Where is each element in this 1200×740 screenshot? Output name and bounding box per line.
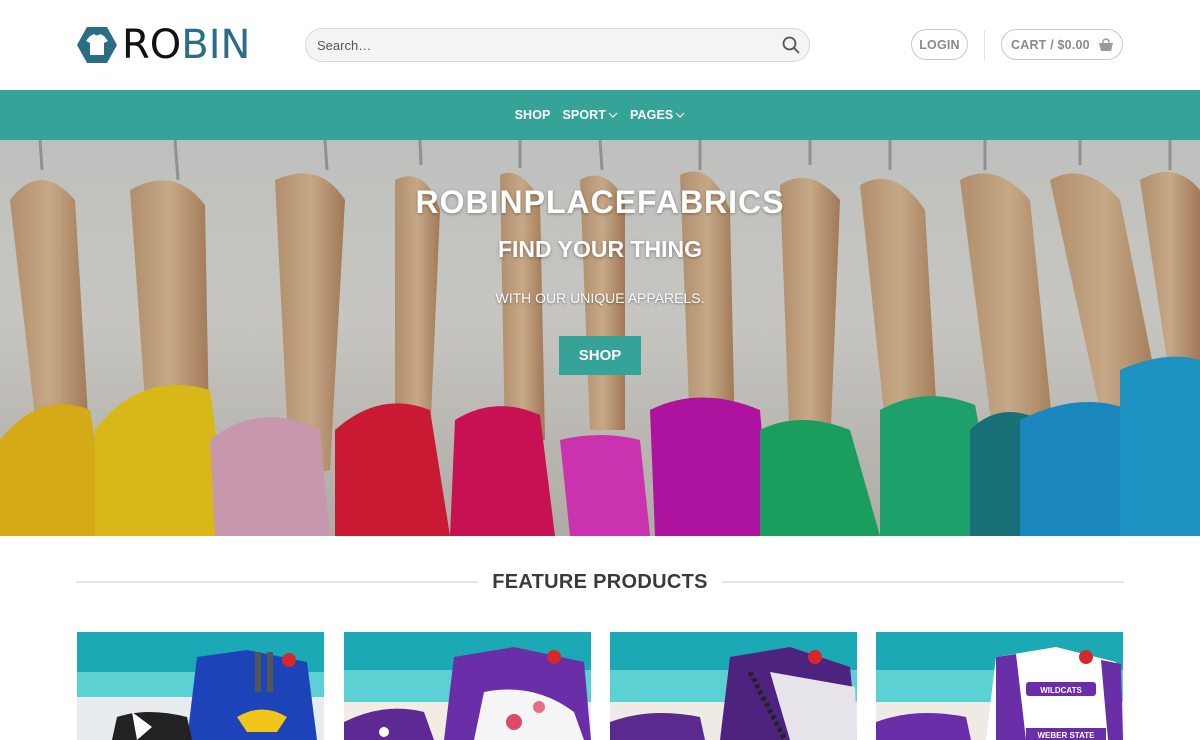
product-grid: WILDCATS WEBER STATE [77,632,1123,740]
nav-item-pages[interactable]: PAGES [630,108,685,122]
chevron-down-icon [675,111,685,119]
product-image[interactable] [77,632,324,740]
cart-label: CART / $0.00 [1011,37,1090,52]
login-button[interactable]: LOGIN [911,29,968,60]
product-image[interactable] [610,632,857,740]
divider-line [76,581,479,583]
hero-subtitle: FIND YOUR THING [497,236,703,262]
section-title: FEATURE PRODUCTS [492,570,708,593]
cart-button[interactable]: CART / $0.00 [1001,29,1123,60]
product-image[interactable] [344,632,591,740]
feature-products-heading: FEATURE PRODUCTS [76,562,1125,602]
chevron-down-icon [608,111,618,119]
hero-tagline: WITH OUR UNIQUE APPARELS. [495,290,705,306]
product-card[interactable]: WILDCATS WEBER STATE [876,632,1123,740]
site-header: ROBIN LOGIN CART / $0.00 [0,0,1200,90]
search-input[interactable] [306,29,773,61]
product-card[interactable] [610,632,857,740]
product-image[interactable]: WILDCATS WEBER STATE [876,632,1123,740]
search-bar [305,28,810,62]
search-button[interactable] [773,29,809,61]
hero-title: ROBINPLACEFABRICS [415,184,785,220]
hero-banner: ROBINPLACEFABRICS FIND YOUR THING WITH O… [0,140,1200,536]
nav-item-sport[interactable]: SPORT [562,108,618,122]
main-navigation: SHOP SPORT PAGES [0,90,1200,140]
logo-wordmark: ROBIN [122,22,251,68]
search-icon [782,36,800,54]
product-print-text: WEBER STATE [1037,731,1095,740]
site-logo[interactable]: ROBIN [76,24,276,66]
product-card[interactable] [77,632,324,740]
shirt-hexagon-icon [77,27,117,63]
shopping-bag-icon [1098,37,1114,52]
header-divider [984,30,985,60]
hero-shop-button[interactable]: SHOP [559,336,641,375]
nav-item-shop[interactable]: SHOP [515,108,551,122]
divider-line [721,581,1125,583]
product-print-text: WILDCATS [1040,686,1082,695]
product-card[interactable] [344,632,591,740]
